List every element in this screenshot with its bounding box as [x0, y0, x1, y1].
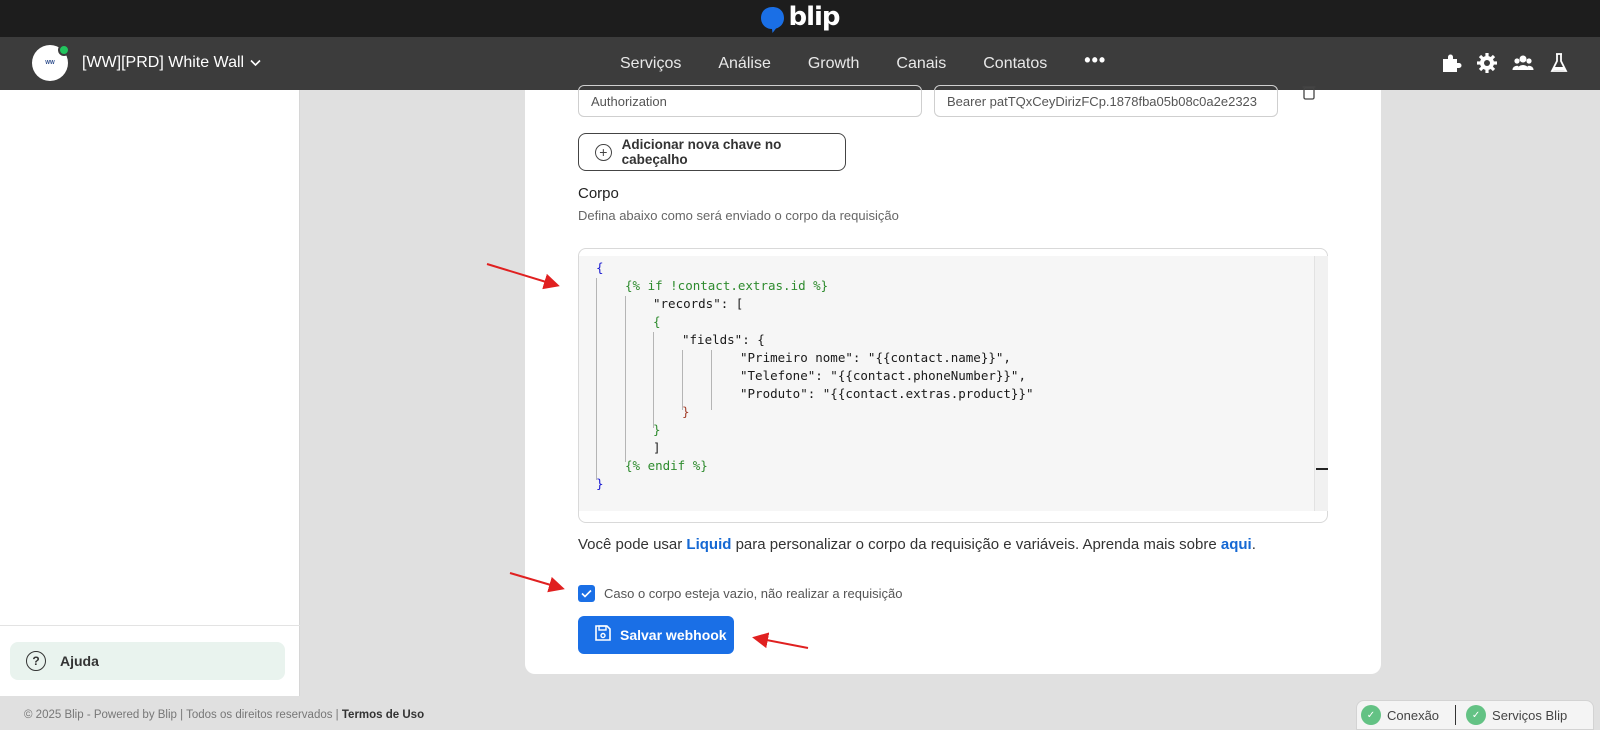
status-divider — [1455, 705, 1457, 725]
nav-canais[interactable]: Canais — [896, 55, 946, 73]
body-section-title: Corpo — [578, 185, 619, 202]
liquid-hint: Você pode usar Liquid para personalizar … — [578, 536, 1256, 553]
gear-icon[interactable] — [1476, 52, 1498, 74]
header-key-input[interactable]: Authorization — [578, 85, 922, 117]
terms-link[interactable]: Termos de Uso — [342, 709, 424, 721]
chevron-down-icon — [250, 56, 261, 70]
sidebar-divider — [0, 625, 300, 626]
learn-more-link[interactable]: aqui — [1221, 536, 1252, 553]
indent-guide — [682, 350, 683, 410]
code-line: "records": [ — [653, 296, 744, 311]
code-area[interactable]: { {% if !contact.extras.id %} "records":… — [579, 256, 1314, 511]
code-line: { — [596, 260, 604, 275]
brand-name: blip — [788, 1, 840, 32]
help-icon: ? — [26, 651, 46, 671]
flask-icon[interactable] — [1548, 52, 1570, 74]
puzzle-icon[interactable] — [1440, 52, 1462, 74]
check-icon: ✓ — [1466, 705, 1487, 725]
main-nav: Serviços Análise Growth Canais Contatos … — [620, 37, 1106, 90]
nav-contatos[interactable]: Contatos — [983, 55, 1047, 73]
nav-growth[interactable]: Growth — [808, 55, 860, 73]
services-status[interactable]: ✓ Serviços Blip — [1466, 705, 1567, 725]
trash-icon[interactable] — [1301, 84, 1317, 100]
code-line: ] — [653, 440, 661, 455]
indent-guide — [625, 296, 626, 462]
avatar: WW — [32, 44, 70, 81]
save-webhook-label: Salvar webhook — [620, 627, 727, 643]
brand-bar: blip — [0, 0, 1600, 37]
editor-scrollbar[interactable] — [1314, 256, 1328, 511]
add-header-label: Adicionar nova chave no cabeçalho — [621, 137, 782, 167]
add-header-button[interactable]: + Adicionar nova chave no cabeçalho — [578, 133, 846, 171]
code-line: "Primeiro nome": "{{contact.name}}", — [740, 350, 1011, 365]
code-line: } — [682, 404, 690, 419]
checkbox-checked-icon[interactable] — [578, 585, 595, 602]
body-code-editor[interactable]: { {% if !contact.extras.id %} "records":… — [578, 248, 1328, 523]
header-value-input[interactable]: Bearer patTQxCeyDirizFCp.1878fba05b08c0a… — [934, 85, 1278, 117]
code-line: {% endif %} — [625, 458, 708, 473]
nav-analise[interactable]: Análise — [718, 55, 770, 73]
scroll-marker — [1316, 468, 1328, 470]
code-line: } — [596, 476, 604, 491]
hint-middle: para personalizar o corpo da requisição … — [731, 536, 1221, 553]
tenant-name: [WW][PRD] White Wall — [82, 54, 245, 71]
hint-suffix: . — [1251, 536, 1256, 553]
blip-logo[interactable]: blip — [760, 2, 841, 33]
connection-status[interactable]: ✓ Conexão — [1361, 705, 1439, 725]
body-section-description: Defina abaixo como será enviado o corpo … — [578, 208, 899, 223]
code-line: { — [653, 314, 661, 329]
tenant-selector[interactable]: WW [WW][PRD] White Wall — [32, 44, 261, 81]
code-line: {% if !contact.extras.id %} — [625, 278, 828, 296]
team-icon[interactable] — [1512, 52, 1534, 74]
help-label: Ajuda — [60, 653, 99, 669]
liquid-link[interactable]: Liquid — [686, 536, 731, 553]
code-line: "Produto": "{{contact.extras.product}}" — [740, 386, 1034, 401]
code-line-text: {% if !contact.extras.id %} — [625, 278, 829, 293]
indent-guide — [711, 350, 712, 410]
code-line: "Telefone": "{{contact.phoneNumber}}", — [740, 368, 1026, 383]
hint-prefix: Você pode usar — [578, 536, 687, 553]
save-webhook-button[interactable]: Salvar webhook — [578, 616, 734, 654]
code-line: } — [653, 422, 661, 437]
nav-tools — [1440, 52, 1570, 74]
checkbox-label: Caso o corpo esteja vazio, não realizar … — [604, 586, 903, 601]
code-line: "fields": { — [682, 332, 765, 347]
floppy-disk-icon — [594, 624, 612, 647]
plus-circle-icon: + — [595, 143, 612, 161]
nav-servicos[interactable]: Serviços — [620, 55, 681, 73]
skip-empty-body-checkbox[interactable]: Caso o corpo esteja vazio, não realizar … — [578, 585, 902, 602]
sidebar: ? Ajuda — [0, 90, 300, 696]
online-status-dot — [58, 44, 70, 56]
check-icon: ✓ — [1361, 705, 1381, 725]
indent-guide — [596, 278, 597, 480]
copyright-text: © 2025 Blip - Powered by Blip | Todos os… — [24, 709, 342, 721]
webhook-form-card: Authorization Bearer patTQxCeyDirizFCp.1… — [525, 85, 1381, 674]
services-label: Serviços Blip — [1492, 707, 1568, 723]
status-bar: ✓ Conexão ✓ Serviços Blip — [1356, 700, 1594, 730]
indent-guide — [653, 332, 654, 428]
top-navbar: WW [WW][PRD] White Wall Serviços Análise… — [0, 37, 1600, 90]
chat-bubble-icon — [760, 6, 785, 33]
more-menu-icon[interactable]: ••• — [1084, 50, 1106, 71]
footer-copyright: © 2025 Blip - Powered by Blip | Todos os… — [24, 709, 424, 721]
connection-label: Conexão — [1387, 707, 1440, 723]
help-button[interactable]: ? Ajuda — [10, 642, 285, 680]
